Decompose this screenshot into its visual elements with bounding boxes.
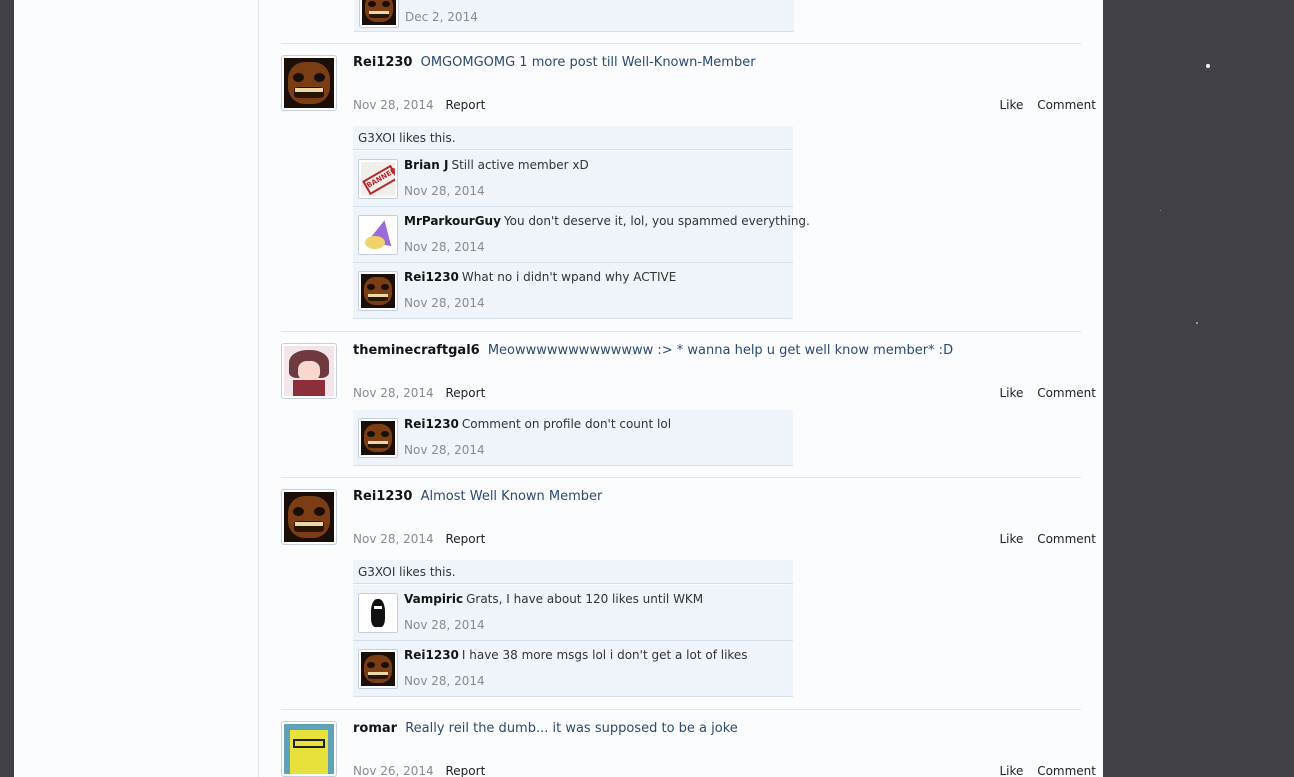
comment-date[interactable]: Nov 28, 2014 (404, 618, 485, 632)
comment-link[interactable]: Comment (1037, 764, 1096, 777)
comment-text: Comment on profile don't count lol (461, 417, 672, 431)
comment-avatar[interactable] (358, 593, 398, 633)
post-date[interactable]: Nov 28, 2014 (353, 386, 434, 400)
comment-date[interactable]: Nov 28, 2014 (404, 674, 485, 688)
post-meta: Nov 28, 2014 Report (353, 386, 485, 400)
comment-date[interactable]: Nov 28, 2014 (404, 443, 485, 457)
post-message: Almost Well Known Member (420, 489, 603, 504)
post-header: theminecraftgal6 Meowwwwwwwwwwwww :> * w… (353, 343, 953, 358)
like-link[interactable]: Like (999, 386, 1023, 400)
post-actions: Like Comment (989, 532, 1096, 546)
post-header: Rei1230 OMGOMGOMG 1 more post till Well-… (353, 55, 756, 70)
comment-date[interactable]: Nov 28, 2014 (404, 240, 485, 254)
post-message: OMGOMGOMG 1 more post till Well-Known-Me… (420, 55, 756, 70)
comment-item: Rei1230 Comment on profile don't count lo… (353, 410, 793, 466)
comment-item: MrParkourGuy You don't deserve it, lol, y… (353, 207, 810, 263)
post-message: Really reil the dumb... it was supposed … (405, 721, 738, 736)
comment-item: BANNED Brian J Still active member xD Nov… (353, 151, 793, 207)
user-avatar[interactable] (281, 721, 337, 777)
username-link[interactable]: Rei1230 (353, 55, 412, 70)
comment-username[interactable]: Rei1230 (404, 648, 459, 662)
user-avatar[interactable] (281, 489, 337, 545)
likes-summary[interactable]: G3XOI likes this. (353, 560, 793, 584)
like-link[interactable]: Like (999, 98, 1023, 112)
comment-username[interactable]: Rei1230 (404, 270, 459, 284)
comment-text: I have 38 more msgs lol i don't get a lo… (461, 648, 748, 662)
likes-summary[interactable]: G3XOI likes this. (353, 126, 793, 150)
comment-text: Grats, I have about 120 likes until WKM (466, 592, 704, 606)
comment-avatar[interactable]: BANNED (358, 159, 398, 199)
comment-item: Vampiric Grats, I have about 120 likes un… (353, 585, 793, 641)
comment-text: Still active member xD (451, 158, 589, 172)
comment-item: Rei1230 I have 38 more msgs lol i don't g… (353, 641, 793, 697)
comment-avatar[interactable] (358, 649, 398, 689)
user-avatar[interactable] (281, 343, 337, 399)
profile-posts-list: Dec 2, 2014 Rei1230 OMGOMGOMG 1 more pos… (258, 0, 1103, 777)
report-link[interactable]: Report (446, 386, 486, 400)
post-message: Meowwwwwwwwwwwww :> * wanna help u get w… (487, 343, 954, 358)
comment-avatar[interactable] (358, 215, 398, 255)
page-panel: Dec 2, 2014 Rei1230 OMGOMGOMG 1 more pos… (14, 0, 1103, 777)
comment-username[interactable]: Vampiric (404, 592, 463, 606)
username-link[interactable]: theminecraftgal6 (353, 343, 480, 358)
comment-date[interactable]: Dec 2, 2014 (405, 10, 478, 24)
comment-date[interactable]: Nov 28, 2014 (404, 184, 485, 198)
post-separator (281, 477, 1081, 478)
user-avatar[interactable] (281, 55, 337, 111)
star-decoration (1206, 64, 1210, 68)
post-meta: Nov 26, 2014 Report (353, 764, 485, 777)
report-link[interactable]: Report (446, 532, 486, 546)
post-meta: Nov 28, 2014 Report (353, 98, 485, 112)
post-header: Rei1230 Almost Well Known Member (353, 489, 602, 504)
post-separator (281, 43, 1081, 44)
post-header: romar Really reil the dumb... it was sup… (353, 721, 738, 736)
like-link[interactable]: Like (999, 532, 1023, 546)
username-link[interactable]: romar (353, 721, 397, 736)
comment-username[interactable]: Brian J (404, 158, 448, 172)
comment-avatar[interactable] (359, 0, 399, 28)
post-date[interactable]: Nov 26, 2014 (353, 764, 434, 777)
comment-avatar[interactable] (358, 271, 398, 311)
comment-link[interactable]: Comment (1037, 98, 1096, 112)
post-date[interactable]: Nov 28, 2014 (353, 532, 434, 546)
star-decoration (1196, 322, 1198, 324)
comment-text: You don't deserve it, lol, you spammed e… (503, 214, 810, 228)
like-link[interactable]: Like (999, 764, 1023, 777)
report-link[interactable]: Report (446, 98, 486, 112)
star-decoration (1160, 210, 1161, 211)
post-separator (281, 331, 1081, 332)
comment-link[interactable]: Comment (1037, 532, 1096, 546)
post-actions: Like Comment (989, 98, 1096, 112)
post-actions: Like Comment (989, 386, 1096, 400)
post-separator (281, 709, 1081, 710)
post-actions: Like Comment (989, 764, 1096, 777)
comment-avatar[interactable] (358, 418, 398, 458)
comment-username[interactable]: Rei1230 (404, 417, 459, 431)
report-link[interactable]: Report (446, 764, 486, 777)
post-date[interactable]: Nov 28, 2014 (353, 98, 434, 112)
comment-item: Dec 2, 2014 (354, 0, 794, 32)
post-meta: Nov 28, 2014 Report (353, 532, 485, 546)
username-link[interactable]: Rei1230 (353, 489, 412, 504)
comment-username[interactable]: MrParkourGuy (404, 214, 501, 228)
comment-link[interactable]: Comment (1037, 386, 1096, 400)
comment-item: Rei1230 What no i didn't wpand why ACTIVE… (353, 263, 793, 319)
comment-text: What no i didn't wpand why ACTIVE (461, 270, 677, 284)
comment-date[interactable]: Nov 28, 2014 (404, 296, 485, 310)
